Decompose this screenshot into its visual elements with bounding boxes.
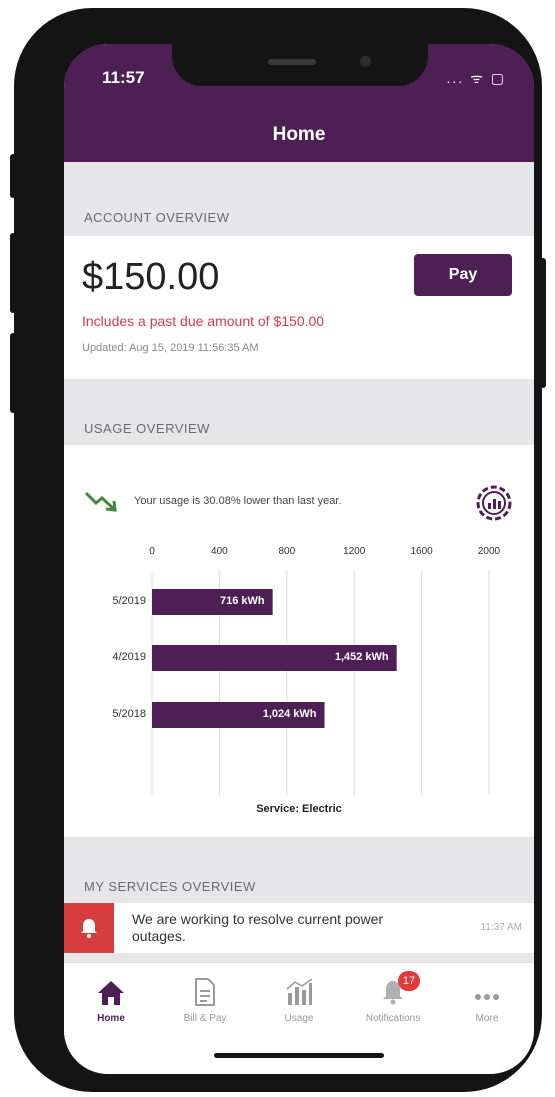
- category-label: 5/2018: [112, 708, 146, 720]
- alert-time: 11:37 AM: [480, 922, 522, 933]
- phone-frame: 11:57 ... ᯤ ▢ Home ACCOUNT OVERVIEW $150…: [10, 8, 546, 1092]
- account-overview-card: $150.00 Pay Includes a past due amount o…: [64, 236, 534, 379]
- alert-badge: [64, 903, 114, 953]
- account-overview-title: ACCOUNT OVERVIEW: [84, 210, 230, 225]
- home-icon: [98, 981, 124, 1005]
- volume-down-button: [10, 333, 16, 413]
- service-label: Service: Electric: [256, 803, 342, 815]
- tab-home-label: Home: [97, 1013, 125, 1024]
- tab-notifications[interactable]: 17 Notifications: [346, 971, 440, 1024]
- speaker: [268, 59, 316, 65]
- trending-down-icon: [84, 487, 120, 520]
- pay-button[interactable]: Pay: [414, 254, 512, 296]
- past-due-text: Includes a past due amount of $150.00: [82, 313, 325, 329]
- outage-alert-row[interactable]: We are working to resolve current power …: [64, 903, 534, 953]
- tab-bill-pay[interactable]: Bill & Pay: [158, 973, 252, 1024]
- page-title: Home: [272, 124, 326, 145]
- more-icon: [475, 994, 499, 1000]
- status-time: 11:57: [102, 68, 145, 87]
- tab-more[interactable]: More: [440, 973, 534, 1024]
- bar-value-label: 1,452 kWh: [334, 651, 389, 663]
- alert-message: We are working to resolve current power …: [132, 911, 384, 944]
- services-overview-header: MY SERVICES OVERVIEW: [64, 837, 534, 903]
- volume-up-button: [10, 233, 16, 313]
- tab-usage-label: Usage: [284, 1013, 314, 1024]
- account-overview-header: ACCOUNT OVERVIEW: [64, 162, 534, 236]
- category-label: 5/2019: [112, 595, 146, 607]
- tab-notifications-label: Notifications: [365, 1013, 421, 1024]
- notification-count-badge: 17: [398, 971, 420, 991]
- usage-chart: 0 400 800 1200 1600 2000 5/2019 716 kWh 4/2019 1,…: [64, 540, 534, 830]
- x-tick-label: 1200: [343, 546, 366, 557]
- balance-amount: $150.00: [82, 256, 220, 298]
- home-indicator: [214, 1053, 384, 1058]
- x-tick-label: 0: [149, 546, 155, 557]
- usage-trend-text: Your usage is 30.08% lower than last yea…: [134, 495, 342, 507]
- x-tick-label: 1600: [410, 546, 433, 557]
- notch: [172, 44, 428, 86]
- power-button: [540, 258, 546, 388]
- x-tick-label: 2000: [477, 546, 501, 557]
- tab-usage[interactable]: Usage: [252, 973, 346, 1024]
- category-label: 4/2019: [112, 651, 146, 663]
- bar-value-label: 716 kWh: [220, 595, 265, 607]
- document-icon: [195, 978, 215, 1006]
- app-screen: 11:57 ... ᯤ ▢ Home ACCOUNT OVERVIEW $150…: [64, 44, 534, 1074]
- mute-switch: [10, 154, 16, 198]
- tab-bill-pay-label: Bill & Pay: [183, 1013, 227, 1024]
- bar-value-label: 1,024 kWh: [262, 708, 317, 720]
- bar-chart-icon: [286, 978, 313, 1005]
- usage-overview-title: USAGE OVERVIEW: [84, 421, 210, 436]
- chart-settings-icon[interactable]: [474, 483, 514, 528]
- tab-more-label: More: [475, 1013, 499, 1024]
- usage-overview-card: Your usage is 30.08% lower than last yea…: [64, 445, 534, 837]
- services-overview-title: MY SERVICES OVERVIEW: [84, 879, 256, 894]
- usage-overview-header: USAGE OVERVIEW: [64, 379, 534, 445]
- x-tick-label: 800: [278, 546, 296, 557]
- bell-icon: [81, 919, 97, 938]
- camera: [360, 56, 371, 67]
- x-tick-label: 400: [211, 546, 228, 557]
- usage-chart-svg: [151, 570, 490, 795]
- app-header: 11:57 ... ᯤ ▢ Home: [64, 44, 534, 162]
- status-icons: ... ᯤ ▢: [446, 70, 506, 86]
- tab-home[interactable]: Home: [64, 973, 158, 1024]
- updated-timestamp: Updated: Aug 15, 2019 11:56:35 AM: [82, 342, 259, 354]
- tab-bar: Home Bill & Pay Usage 17 Notifications M…: [64, 962, 534, 1074]
